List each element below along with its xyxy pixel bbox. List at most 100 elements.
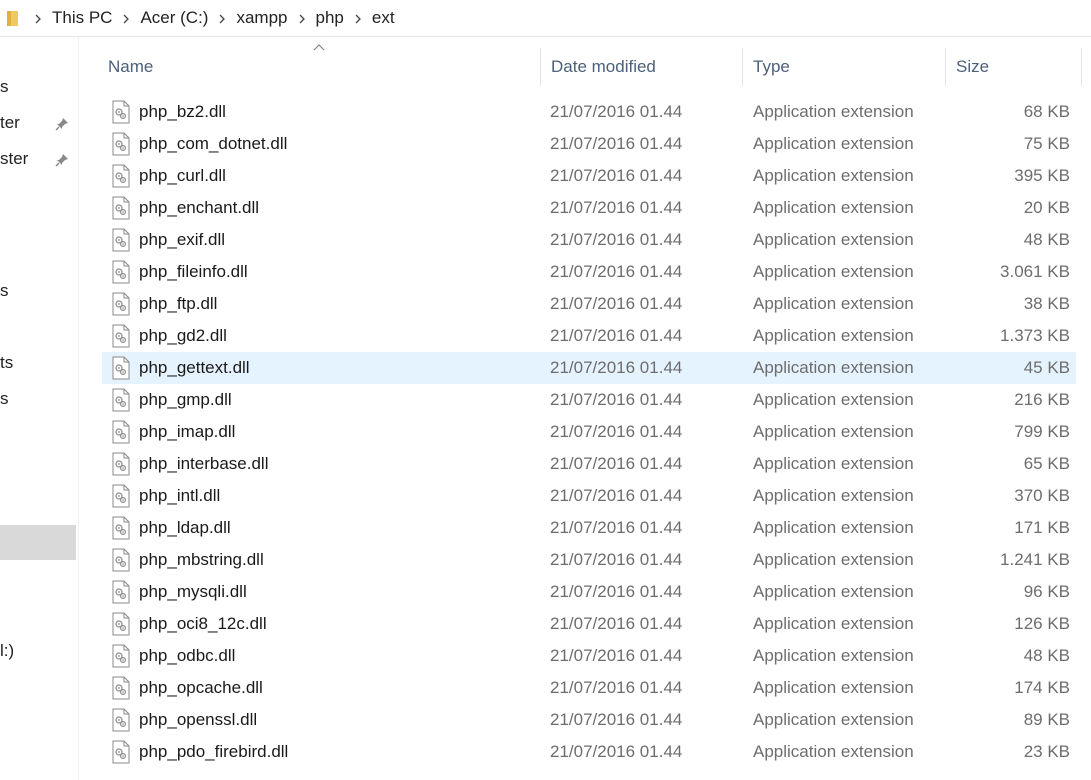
file-row[interactable]: php_fileinfo.dll 21/07/2016 01.44 Applicat… — [102, 256, 1076, 288]
file-date-modified: 21/07/2016 01.44 — [550, 486, 683, 505]
file-date-modified: 21/07/2016 01.44 — [550, 518, 683, 537]
file-row[interactable]: php_bz2.dll 21/07/2016 01.44 Application e… — [102, 96, 1076, 128]
file-date-modified: 21/07/2016 01.44 — [550, 102, 683, 121]
file-size: 171 KB — [1014, 518, 1070, 537]
dll-file-icon — [112, 708, 130, 732]
breadcrumb-item[interactable]: php — [312, 8, 348, 28]
nav-item[interactable]: s — [0, 77, 9, 99]
breadcrumb-item[interactable]: ext — [368, 8, 399, 28]
file-row[interactable]: php_oci8_12c.dll 21/07/2016 01.44 Applicat… — [102, 608, 1076, 640]
breadcrumb-item[interactable]: xampp — [232, 8, 291, 28]
file-type: Application extension — [753, 102, 914, 121]
column-type[interactable]: Type — [753, 48, 790, 86]
file-row[interactable]: php_mbstring.dll 21/07/2016 01.44 Applicat… — [102, 544, 1076, 576]
file-date-modified: 21/07/2016 01.44 — [550, 390, 683, 409]
dll-file-icon — [112, 612, 130, 636]
file-date-modified: 21/07/2016 01.44 — [550, 422, 683, 441]
column-divider[interactable] — [1081, 48, 1082, 86]
file-row[interactable]: php_com_dotnet.dll 21/07/2016 01.44 Applic… — [102, 128, 1076, 160]
chevron-right-icon[interactable] — [212, 11, 232, 26]
column-divider[interactable] — [945, 48, 946, 86]
file-row[interactable]: php_intl.dll 21/07/2016 01.44 Application … — [102, 480, 1076, 512]
nav-item[interactable]: ster — [0, 149, 28, 171]
file-size: 96 KB — [1023, 582, 1070, 601]
dll-file-icon — [112, 388, 130, 412]
navigation-pane[interactable]: s ter ster s ts s l:) — [0, 37, 79, 780]
chevron-right-icon[interactable] — [292, 11, 312, 26]
dll-file-icon — [112, 196, 130, 220]
file-size: 126 KB — [1014, 614, 1070, 633]
file-name: php_ldap.dll — [139, 518, 231, 537]
column-size[interactable]: Size — [956, 48, 989, 86]
file-row[interactable]: php_ftp.dll 21/07/2016 01.44 Application e… — [102, 288, 1076, 320]
nav-item[interactable]: ter — [0, 113, 20, 135]
file-row[interactable]: php_curl.dll 21/07/2016 01.44 Application … — [102, 160, 1076, 192]
file-name: php_com_dotnet.dll — [139, 134, 288, 153]
column-date-modified[interactable]: Date modified — [551, 48, 656, 86]
file-row[interactable]: php_pdo_firebird.dll 21/07/2016 01.44 Appl… — [102, 736, 1076, 768]
nav-selected-item[interactable] — [0, 525, 76, 560]
file-name: php_imap.dll — [139, 422, 236, 441]
file-row[interactable]: php_gd2.dll 21/07/2016 01.44 Application e… — [102, 320, 1076, 352]
file-row[interactable]: php_gmp.dll 21/07/2016 01.44 Application e… — [102, 384, 1076, 416]
file-type: Application extension — [753, 198, 914, 217]
dll-file-icon — [112, 452, 130, 476]
file-type: Application extension — [753, 486, 914, 505]
nav-item[interactable]: s — [0, 281, 9, 303]
file-size: 38 KB — [1023, 294, 1070, 313]
file-type: Application extension — [753, 134, 914, 153]
file-row[interactable]: php_enchant.dll 21/07/2016 01.44 Applicati… — [102, 192, 1076, 224]
file-date-modified: 21/07/2016 01.44 — [550, 262, 683, 281]
file-name: php_bz2.dll — [139, 102, 226, 121]
chevron-right-icon[interactable] — [116, 11, 136, 26]
file-date-modified: 21/07/2016 01.44 — [550, 550, 683, 569]
dll-file-icon — [112, 644, 130, 668]
breadcrumb-item[interactable]: Acer (C:) — [136, 8, 212, 28]
file-row[interactable]: php_odbc.dll 21/07/2016 01.44 Application … — [102, 640, 1076, 672]
file-row[interactable]: php_mysqli.dll 21/07/2016 01.44 Applicatio… — [102, 576, 1076, 608]
file-name: php_gmp.dll — [139, 390, 232, 409]
file-size: 48 KB — [1023, 646, 1070, 665]
nav-item[interactable]: s — [0, 389, 9, 411]
file-size: 1.241 KB — [1000, 550, 1070, 569]
file-row[interactable]: php_openssl.dll 21/07/2016 01.44 Applicati… — [102, 704, 1076, 736]
file-type: Application extension — [753, 230, 914, 249]
file-type: Application extension — [753, 166, 914, 185]
file-row[interactable]: php_imap.dll 21/07/2016 01.44 Application … — [102, 416, 1076, 448]
file-size: 216 KB — [1014, 390, 1070, 409]
nav-item[interactable]: l:) — [0, 641, 14, 663]
dll-file-icon — [112, 324, 130, 348]
file-size: 75 KB — [1023, 134, 1070, 153]
file-list: php_bz2.dll 21/07/2016 01.44 Application e… — [102, 96, 1076, 768]
nav-item[interactable]: ts — [0, 353, 13, 375]
file-date-modified: 21/07/2016 01.44 — [550, 582, 683, 601]
file-name: php_intl.dll — [139, 486, 221, 505]
file-row[interactable]: php_interbase.dll 21/07/2016 01.44 Applica… — [102, 448, 1076, 480]
file-size: 45 KB — [1023, 358, 1070, 377]
address-bar[interactable]: This PC Acer (C:) xampp php ext — [0, 0, 1091, 37]
breadcrumb-item[interactable]: This PC — [48, 8, 116, 28]
file-date-modified: 21/07/2016 01.44 — [550, 166, 683, 185]
file-row[interactable]: php_gettext.dll 21/07/2016 01.44 Applicati… — [102, 352, 1076, 384]
dll-file-icon — [112, 548, 130, 572]
file-row[interactable]: php_opcache.dll 21/07/2016 01.44 Applicati… — [102, 672, 1076, 704]
column-divider[interactable] — [742, 48, 743, 86]
file-type: Application extension — [753, 326, 914, 345]
file-type: Application extension — [753, 550, 914, 569]
file-name: php_oci8_12c.dll — [139, 614, 267, 633]
file-size: 174 KB — [1014, 678, 1070, 697]
file-row[interactable]: php_exif.dll 21/07/2016 01.44 Application … — [102, 224, 1076, 256]
file-row[interactable]: php_ldap.dll 21/07/2016 01.44 Application … — [102, 512, 1076, 544]
file-type: Application extension — [753, 518, 914, 537]
file-date-modified: 21/07/2016 01.44 — [550, 358, 683, 377]
chevron-right-icon[interactable] — [28, 11, 48, 26]
file-type: Application extension — [753, 582, 914, 601]
chevron-right-icon[interactable] — [348, 11, 368, 26]
file-name: php_odbc.dll — [139, 646, 236, 665]
file-date-modified: 21/07/2016 01.44 — [550, 614, 683, 633]
file-date-modified: 21/07/2016 01.44 — [550, 198, 683, 217]
file-date-modified: 21/07/2016 01.44 — [550, 678, 683, 697]
column-name[interactable]: Name — [108, 48, 153, 86]
column-divider[interactable] — [540, 48, 541, 86]
file-size: 65 KB — [1023, 454, 1070, 473]
